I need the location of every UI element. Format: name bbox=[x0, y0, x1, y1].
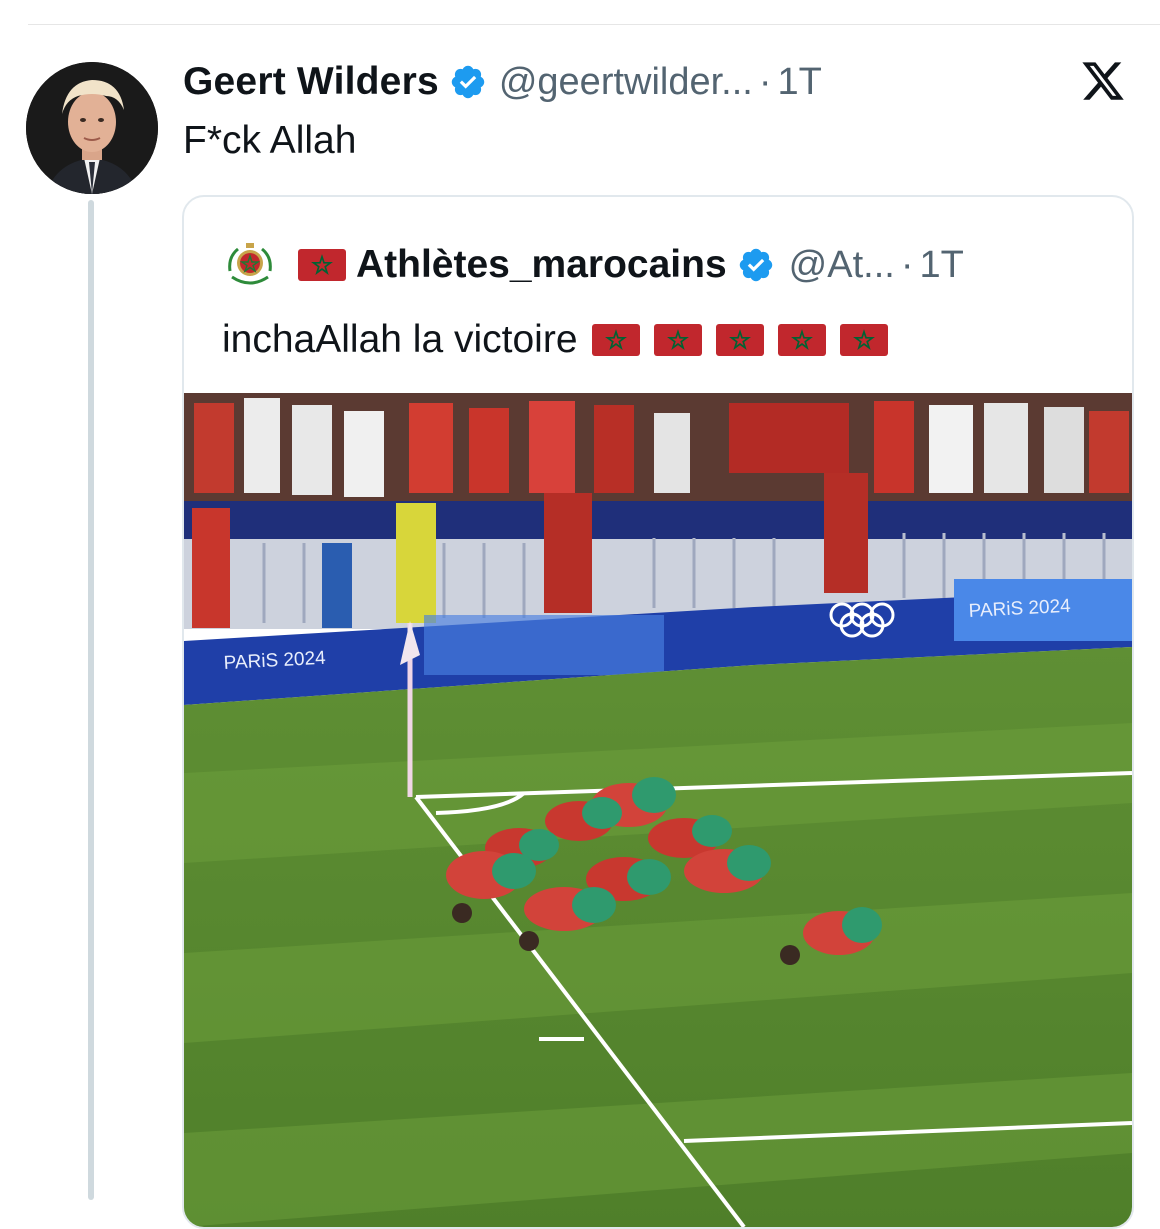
verified-badge-icon bbox=[451, 65, 485, 99]
quoted-tweet-photo[interactable]: PARiS 2024 PARiS 2024 bbox=[184, 393, 1132, 1227]
quoted-author-handle[interactable]: @At... bbox=[789, 244, 895, 287]
quoted-tweet-time[interactable]: 1T bbox=[919, 244, 963, 287]
author-avatar[interactable] bbox=[26, 62, 158, 194]
top-divider bbox=[28, 24, 1160, 25]
morocco-flag-icon bbox=[591, 324, 640, 356]
separator-dot: · bbox=[900, 243, 914, 286]
quoted-tweet-text: inchaAllah la victoire bbox=[222, 318, 578, 361]
thread-line bbox=[88, 200, 94, 1200]
tweet-header: Geert Wilders @geertwilder... · 1T bbox=[183, 56, 822, 108]
tweet-text: F*ck Allah bbox=[183, 119, 357, 162]
morocco-flag-icon bbox=[298, 249, 346, 281]
separator-dot: · bbox=[758, 60, 772, 103]
quoted-tweet-text-row: inchaAllah la victoire bbox=[222, 315, 888, 365]
author-handle[interactable]: @geertwilder... bbox=[499, 61, 753, 104]
morocco-flag-icon bbox=[653, 324, 702, 356]
quoted-tweet-header: Athlètes_marocains @At... · 1T bbox=[298, 237, 964, 293]
morocco-flag-icon bbox=[777, 324, 826, 356]
quoted-author-avatar[interactable] bbox=[222, 237, 278, 293]
quoted-tweet-card[interactable]: Athlètes_marocains @At... · 1T inchaAlla… bbox=[182, 195, 1134, 1229]
quoted-author-name[interactable]: Athlètes_marocains bbox=[356, 243, 727, 287]
verified-badge-icon bbox=[739, 248, 772, 282]
x-logo-icon[interactable] bbox=[1080, 58, 1126, 104]
tweet-time[interactable]: 1T bbox=[778, 61, 822, 104]
morocco-flag-icon bbox=[715, 324, 764, 356]
author-name[interactable]: Geert Wilders bbox=[183, 60, 439, 104]
morocco-flag-icon bbox=[839, 324, 888, 356]
